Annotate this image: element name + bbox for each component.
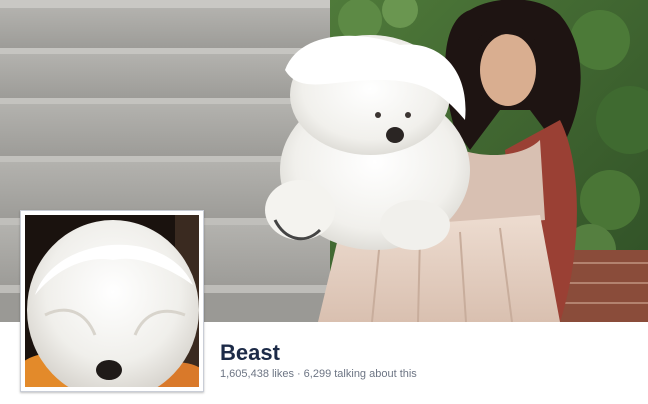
facebook-page-header: Beast 1,605,438 likes · 6,299 talking abou… (0, 0, 648, 404)
page-name[interactable]: Beast (220, 340, 417, 366)
profile-picture-frame[interactable] (20, 210, 204, 392)
stats-separator: · (297, 368, 301, 380)
profile-picture (25, 215, 199, 387)
talking-about-count: 6,299 talking about this (303, 368, 417, 380)
page-info: Beast 1,605,438 likes · 6,299 talking abou… (220, 340, 417, 380)
white-dog (265, 35, 470, 250)
likes-count[interactable]: 1,605,438 likes (220, 368, 294, 380)
page-stats: 1,605,438 likes · 6,299 talking about this (220, 368, 417, 380)
